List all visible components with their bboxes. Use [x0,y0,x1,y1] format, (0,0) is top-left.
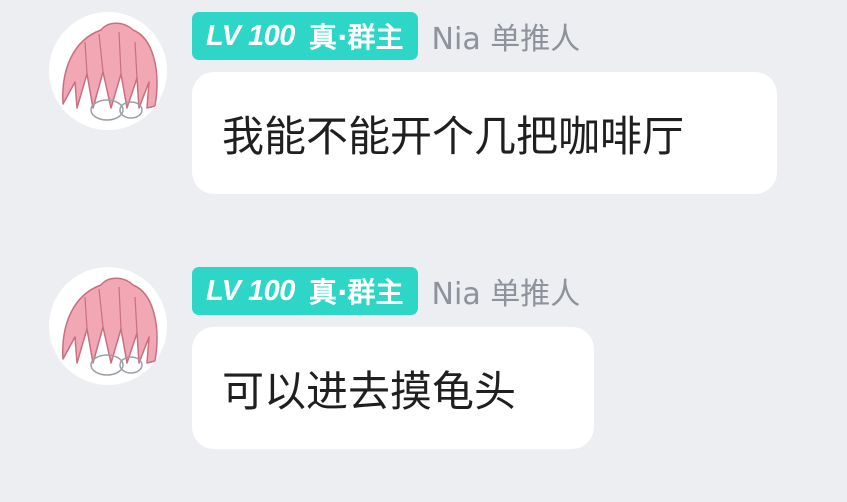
role-title: 真·群主 [308,276,404,309]
message-header: LV 100 真·群主 Nia 单推人 [192,12,580,60]
sender-name[interactable]: Nia 单推人 [432,14,581,58]
level-label: LV 100 [206,19,295,52]
anime-avatar-pink-hair-icon [62,22,158,121]
message-bubble[interactable]: 可以进去摸龟头 [192,327,594,449]
level-label: LV 100 [206,274,295,307]
sender-name[interactable]: Nia 单推人 [432,269,581,313]
group-owner-badge: LV 100 真·群主 [192,12,418,60]
role-title: 真·群主 [308,21,404,54]
message-bubble[interactable]: 我能不能开个几把咖啡厅 [192,72,777,194]
avatar[interactable] [49,12,167,130]
message-header: LV 100 真·群主 Nia 单推人 [192,267,580,315]
group-owner-badge: LV 100 真·群主 [192,267,418,315]
anime-avatar-pink-hair-icon [62,277,158,376]
avatar[interactable] [49,267,167,385]
